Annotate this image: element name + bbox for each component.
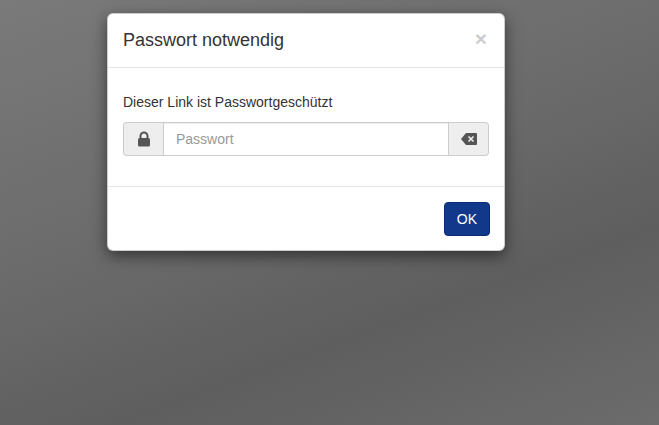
- dialog-message: Dieser Link ist Passwortgeschützt: [123, 94, 489, 110]
- modal-backdrop: Passwort notwendig × Dieser Link ist Pas…: [0, 0, 659, 425]
- close-button[interactable]: ×: [473, 28, 489, 49]
- dialog-body: Dieser Link ist Passwortgeschützt: [108, 68, 504, 187]
- dialog-title: Passwort notwendig: [123, 30, 284, 51]
- dialog-header: Passwort notwendig ×: [108, 14, 504, 68]
- ok-button[interactable]: OK: [444, 202, 490, 236]
- password-dialog: Passwort notwendig × Dieser Link ist Pas…: [107, 13, 505, 251]
- page: Passwort notwendig × Dieser Link ist Pas…: [0, 0, 659, 425]
- password-input-group: [123, 122, 489, 156]
- password-input[interactable]: [163, 122, 449, 156]
- dialog-footer: OK: [108, 187, 504, 250]
- lock-icon: [137, 131, 151, 147]
- clear-button[interactable]: [449, 122, 489, 156]
- backspace-icon: [461, 133, 477, 145]
- lock-addon: [123, 122, 163, 156]
